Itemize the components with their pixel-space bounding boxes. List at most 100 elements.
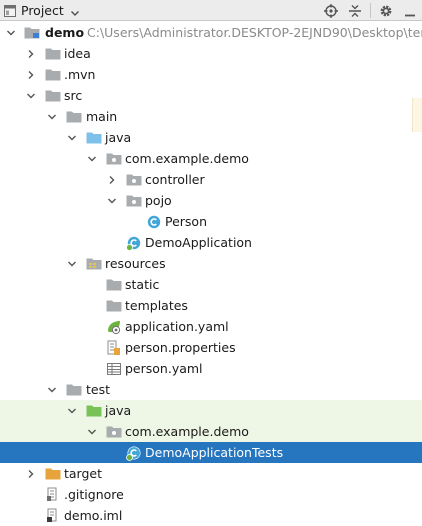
tree-node-label: Person bbox=[165, 214, 208, 229]
chevron-down-icon[interactable] bbox=[5, 22, 17, 43]
tree-node-static[interactable]: static bbox=[0, 274, 422, 295]
tree-node-src[interactable]: src bbox=[0, 85, 422, 106]
tree-node-demo-iml[interactable]: demo.iml bbox=[0, 505, 422, 526]
tree-node-label: .mvn bbox=[64, 67, 96, 82]
collapse-all-button[interactable] bbox=[343, 1, 367, 20]
chevron-down-icon[interactable] bbox=[86, 148, 98, 169]
tree-node-package-main[interactable]: com.example.demo bbox=[0, 148, 422, 169]
tree-node-target[interactable]: target bbox=[0, 463, 422, 484]
folder-icon bbox=[45, 43, 61, 64]
module-folder-icon bbox=[24, 22, 40, 43]
tree-node-templates[interactable]: templates bbox=[0, 295, 422, 316]
tree-node-label: target bbox=[64, 466, 103, 481]
collapse-all-icon bbox=[349, 4, 361, 17]
locate-file-button[interactable] bbox=[319, 1, 343, 20]
chevron-right-icon[interactable] bbox=[25, 463, 37, 484]
excluded-folder-icon bbox=[45, 463, 61, 484]
folder-icon bbox=[106, 274, 122, 295]
chevron-down-icon[interactable] bbox=[106, 190, 118, 211]
package-icon bbox=[126, 190, 142, 211]
tree-node-label: .gitignore bbox=[64, 487, 124, 502]
gear-icon bbox=[380, 5, 392, 16]
tree-node-label: templates bbox=[125, 298, 188, 313]
editor-edge-strip bbox=[412, 98, 422, 132]
tree-node-label: com.example.demo bbox=[125, 151, 249, 166]
test-class-icon bbox=[126, 442, 142, 463]
tree-node-label: person.properties bbox=[125, 340, 236, 355]
chevron-down-icon[interactable] bbox=[86, 421, 98, 442]
tree-node-label: src bbox=[64, 88, 83, 103]
tree-node-demo-application[interactable]: DemoApplication bbox=[0, 232, 422, 253]
text-file-icon bbox=[45, 484, 61, 505]
tree-node-person-yaml[interactable]: person.yaml bbox=[0, 358, 422, 379]
test-source-folder-icon bbox=[86, 400, 102, 421]
tree-node-controller[interactable]: controller bbox=[0, 169, 422, 190]
tree-node-label: java bbox=[105, 403, 132, 418]
project-path: C:\Users\Administrator.DESKTOP-2EJND90\D… bbox=[87, 25, 422, 40]
class-icon bbox=[146, 211, 162, 232]
tree-node-label: static bbox=[125, 277, 160, 292]
tree-node-java-test[interactable]: java bbox=[0, 400, 422, 421]
minimize-icon bbox=[405, 14, 415, 16]
hide-panel-button[interactable] bbox=[398, 1, 422, 20]
toolbar-separator bbox=[370, 3, 371, 18]
tree-node-resources[interactable]: resources bbox=[0, 253, 422, 274]
project-view-selector[interactable]: Project bbox=[4, 2, 80, 19]
chevron-down-icon[interactable] bbox=[25, 85, 37, 106]
folder-icon bbox=[66, 379, 82, 400]
spring-config-icon bbox=[106, 316, 122, 337]
chevron-down-icon[interactable] bbox=[66, 253, 78, 274]
chevron-right-icon[interactable] bbox=[106, 169, 118, 190]
tree-node-label: demo.iml bbox=[64, 508, 123, 523]
project-toolbar: Project bbox=[0, 0, 422, 21]
chevron-down-icon bbox=[70, 6, 80, 16]
tree-node-person-properties[interactable]: person.properties bbox=[0, 337, 422, 358]
chevron-right-icon[interactable] bbox=[25, 43, 37, 64]
folder-icon bbox=[45, 85, 61, 106]
project-view-title: Project bbox=[21, 3, 64, 18]
tree-node-person[interactable]: Person bbox=[0, 211, 422, 232]
tree-node-label: person.yaml bbox=[125, 361, 203, 376]
tree-node-java-main[interactable]: java bbox=[0, 127, 422, 148]
folder-icon bbox=[66, 106, 82, 127]
tree-node-label: controller bbox=[145, 172, 205, 187]
tree-node-label: java bbox=[105, 130, 132, 145]
tree-node-demo[interactable]: demo C:\Users\Administrator.DESKTOP-2EJN… bbox=[0, 22, 422, 43]
project-tree: demo C:\Users\Administrator.DESKTOP-2EJN… bbox=[0, 22, 422, 526]
source-folder-icon bbox=[86, 127, 102, 148]
module-file-icon bbox=[45, 505, 61, 526]
tree-node-label: DemoApplicationTests bbox=[145, 445, 284, 460]
tree-node-demo-application-tests[interactable]: DemoApplicationTests bbox=[0, 442, 422, 463]
tree-node-label: pojo bbox=[145, 193, 172, 208]
package-icon bbox=[106, 148, 122, 169]
tree-node-label: application.yaml bbox=[125, 319, 229, 334]
tree-node-label: main bbox=[86, 109, 118, 124]
folder-icon bbox=[45, 64, 61, 85]
chevron-down-icon[interactable] bbox=[46, 379, 58, 400]
tree-node-mvn[interactable]: .mvn bbox=[0, 64, 422, 85]
folder-icon bbox=[106, 295, 122, 316]
tree-node-label: com.example.demo bbox=[125, 424, 249, 439]
chevron-down-icon[interactable] bbox=[46, 106, 58, 127]
project-icon bbox=[4, 4, 16, 17]
chevron-down-icon[interactable] bbox=[66, 400, 78, 421]
yaml-file-icon bbox=[106, 358, 122, 379]
tree-node-main[interactable]: main bbox=[0, 106, 422, 127]
tree-node-package-test[interactable]: com.example.demo bbox=[0, 421, 422, 442]
spring-boot-class-icon bbox=[126, 232, 142, 253]
tree-node-label: idea bbox=[64, 46, 91, 61]
tree-node-label: test bbox=[86, 382, 111, 397]
tree-node-label: resources bbox=[105, 256, 166, 271]
properties-file-icon bbox=[106, 337, 122, 358]
crosshair-icon bbox=[324, 3, 338, 18]
tree-node-pojo[interactable]: pojo bbox=[0, 190, 422, 211]
tree-node-idea[interactable]: idea bbox=[0, 43, 422, 64]
tree-node-test[interactable]: test bbox=[0, 379, 422, 400]
package-icon bbox=[106, 421, 122, 442]
settings-button[interactable] bbox=[374, 1, 398, 20]
chevron-down-icon[interactable] bbox=[66, 127, 78, 148]
tree-node-application-yaml[interactable]: application.yaml bbox=[0, 316, 422, 337]
tree-node-label: DemoApplication bbox=[145, 235, 252, 250]
chevron-right-icon[interactable] bbox=[25, 64, 37, 85]
tree-node-gitignore[interactable]: .gitignore bbox=[0, 484, 422, 505]
